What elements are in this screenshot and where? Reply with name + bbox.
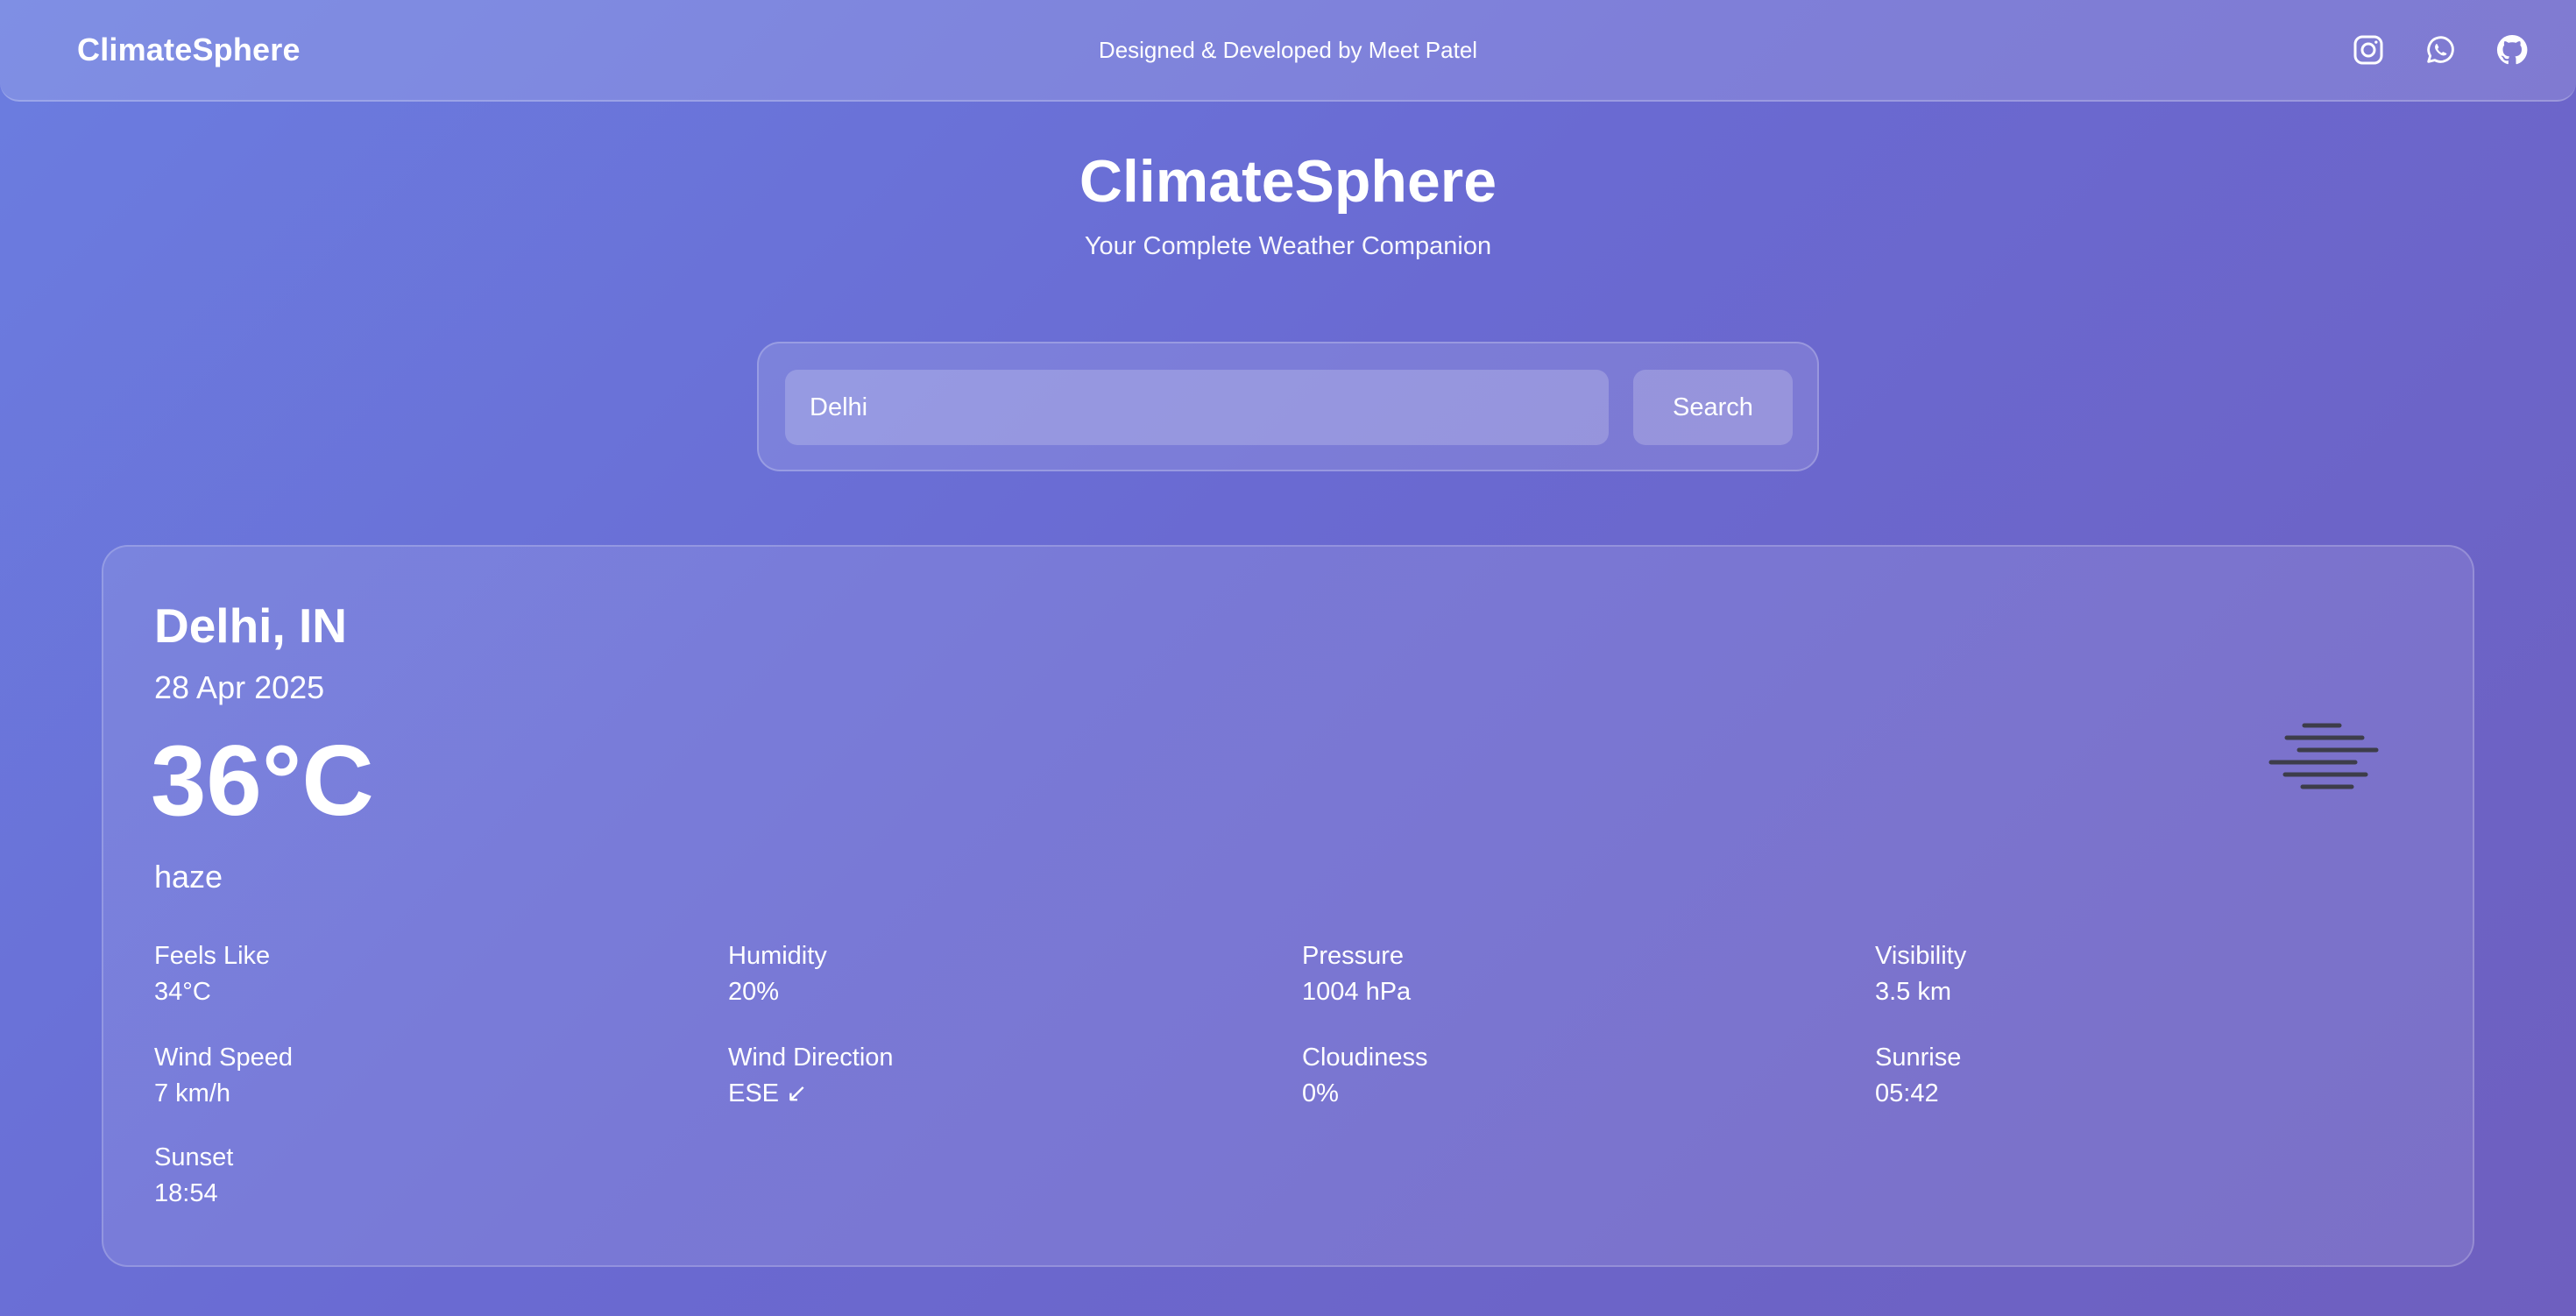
social-links (2350, 32, 2530, 68)
detail-label: Wind Direction (728, 1044, 894, 1072)
detail-value: 7 km/h (154, 1079, 231, 1107)
page-subtitle: Your Complete Weather Companion (1084, 232, 1492, 261)
detail-sunrise: Sunrise 05:42 (1875, 1043, 2401, 1109)
detail-value: 0% (1302, 1079, 1339, 1107)
weather-description: haze (154, 859, 223, 895)
detail-label: Feels Like (154, 942, 271, 970)
weather-date: 28 Apr 2025 (154, 669, 325, 705)
detail-value: ESE ↙ (728, 1079, 808, 1107)
detail-label: Visibility (1875, 942, 1967, 970)
location-name: Delhi, IN (154, 598, 348, 653)
github-icon[interactable] (2494, 32, 2530, 68)
detail-label: Wind Speed (154, 1044, 293, 1072)
detail-visibility: Visibility 3.5 km (1875, 941, 2401, 1008)
instagram-icon[interactable] (2350, 32, 2387, 68)
brand-logo-text[interactable]: ClimateSphere (77, 32, 445, 68)
detail-humidity: Humidity 20% (728, 941, 1254, 1008)
detail-feels-like: Feels Like 34°C (154, 941, 680, 1008)
detail-sunset: Sunset 18:54 (154, 1143, 680, 1209)
detail-value: 20% (728, 977, 780, 1006)
detail-wind-speed: Wind Speed 7 km/h (154, 1043, 680, 1109)
search-button[interactable]: Search (1633, 370, 1793, 445)
page-title: ClimateSphere (1079, 148, 1497, 215)
hero-section: ClimateSphere Your Complete Weather Comp… (0, 148, 2576, 261)
detail-pressure: Pressure 1004 hPa (1302, 941, 1828, 1008)
detail-value: 3.5 km (1875, 977, 1952, 1006)
detail-label: Sunrise (1875, 1044, 1962, 1072)
city-search-input[interactable] (785, 370, 1609, 445)
detail-value: 1004 hPa (1302, 977, 1412, 1006)
detail-value: 05:42 (1875, 1079, 1939, 1107)
detail-label: Sunset (154, 1143, 234, 1171)
detail-label: Cloudiness (1302, 1044, 1428, 1072)
temperature-value: 36°C (151, 725, 374, 837)
detail-label: Pressure (1302, 942, 1405, 970)
detail-value: 18:54 (154, 1178, 218, 1207)
search-panel: Search (757, 342, 1819, 471)
weather-card: Delhi, IN 28 Apr 2025 36°C haze Feels Li… (102, 545, 2474, 1267)
detail-value: 34°C (154, 977, 211, 1006)
developer-credit: Designed & Developed by Meet Patel (1098, 37, 1478, 63)
detail-cloudiness: Cloudiness 0% (1302, 1043, 1828, 1109)
top-navbar: ClimateSphere Designed & Developed by Me… (0, 0, 2576, 102)
haze-icon (2268, 713, 2380, 792)
detail-label: Humidity (728, 942, 827, 970)
whatsapp-icon[interactable] (2422, 32, 2459, 68)
detail-wind-direction: Wind Direction ESE ↙ (728, 1043, 1254, 1109)
